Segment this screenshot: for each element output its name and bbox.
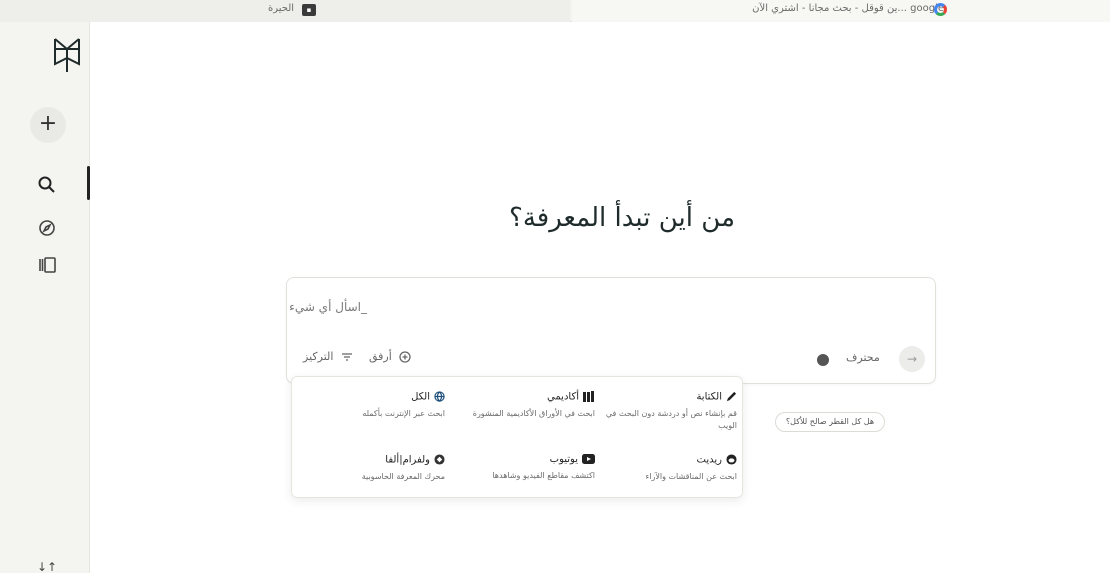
tab-title-current: الحيرة bbox=[268, 3, 295, 14]
wolfram-icon bbox=[434, 454, 445, 465]
pro-label: محترف bbox=[846, 351, 880, 364]
focus-option-desc: محرك المعرفة الحاسوبية bbox=[361, 471, 445, 481]
search-icon[interactable] bbox=[37, 175, 57, 195]
active-indicator bbox=[87, 166, 90, 200]
focus-option-academic[interactable]: أكاديمي ابحث في الأوراق الأكاديمية المنش… bbox=[450, 391, 595, 420]
focus-option-desc: ابحث عبر الإنترنت بأكمله bbox=[362, 408, 445, 418]
new-thread-button[interactable]: + bbox=[30, 107, 66, 143]
focus-dropdown: الكل ابحث عبر الإنترنت بأكمله أكاديمي اب… bbox=[291, 376, 743, 498]
focus-option-title: أكاديمي bbox=[547, 391, 579, 403]
attach-button[interactable]: أرفق bbox=[369, 350, 411, 363]
focus-option-reddit[interactable]: ريديت ابحث عن المناقشات والآراء bbox=[592, 454, 737, 483]
focus-option-title: يوتيوب bbox=[549, 454, 578, 465]
perplexity-logo-icon[interactable] bbox=[52, 36, 82, 74]
focus-option-desc: ابحث عن المناقشات والآراء bbox=[645, 471, 737, 481]
attach-plus-icon bbox=[399, 351, 411, 363]
suggestion-chip[interactable]: هل كل القطر صالح للأكل؟ bbox=[775, 412, 885, 432]
focus-option-title: ريديت bbox=[696, 454, 722, 466]
search-input[interactable]: _اسأل أي شيء bbox=[289, 300, 367, 314]
filter-icon bbox=[341, 353, 352, 361]
globe-icon bbox=[434, 391, 445, 402]
focus-button[interactable]: التركيز bbox=[303, 350, 353, 363]
attach-label: أرفق bbox=[369, 350, 392, 363]
focus-option-title: الكتابة bbox=[696, 391, 722, 403]
pen-icon bbox=[726, 391, 737, 402]
discover-compass-icon[interactable] bbox=[37, 218, 57, 238]
page-headline: من أين تبدأ المعرفة؟ bbox=[509, 203, 735, 233]
submit-button[interactable]: → bbox=[899, 346, 925, 372]
browser-tab-strip: ▪ الحيرة google ...ين قوقل - بحث مجانا -… bbox=[0, 0, 1110, 22]
focus-option-title: الكل bbox=[411, 391, 430, 403]
focus-label: التركيز bbox=[303, 350, 334, 363]
tab-title-other: google ...ين قوقل - بحث مجانا - اشتري ال… bbox=[752, 3, 944, 14]
reddit-icon bbox=[726, 454, 737, 465]
focus-option-desc: ابحث في الأوراق الأكاديمية المنشورة bbox=[472, 408, 595, 418]
focus-option-all[interactable]: الكل ابحث عبر الإنترنت بأكمله bbox=[300, 391, 445, 420]
google-icon bbox=[934, 3, 947, 16]
focus-option-wolfram[interactable]: ولفرام|ألفا محرك المعرفة الحاسوبية bbox=[300, 454, 445, 483]
pro-toggle[interactable] bbox=[817, 354, 829, 366]
search-box: _اسأل أي شيء التركيز أرفق محترف → bbox=[286, 277, 936, 384]
focus-option-writing[interactable]: الكتابة قم بإنشاء نص أو دردشة دون البحث … bbox=[592, 391, 737, 432]
focus-option-title: ولفرام|ألفا bbox=[385, 454, 430, 466]
sidebar-expand-icon[interactable]: ↓↑ bbox=[37, 560, 57, 574]
focus-option-desc: قم بإنشاء نص أو دردشة دون البحث في الويب bbox=[605, 408, 737, 430]
sidebar: + ↓↑ bbox=[0, 22, 90, 574]
focus-option-desc: اكتشف مقاطع الفيديو وشاهدها bbox=[492, 471, 595, 480]
browser-tab-current[interactable]: ▪ الحيرة bbox=[0, 0, 570, 22]
focus-option-youtube[interactable]: يوتيوب اكتشف مقاطع الفيديو وشاهدها bbox=[450, 454, 595, 482]
browser-tab-other[interactable]: google ...ين قوقل - بحث مجانا - اشتري ال… bbox=[572, 0, 1110, 22]
library-icon[interactable] bbox=[37, 255, 57, 275]
tab-favicon: ▪ bbox=[302, 4, 316, 16]
